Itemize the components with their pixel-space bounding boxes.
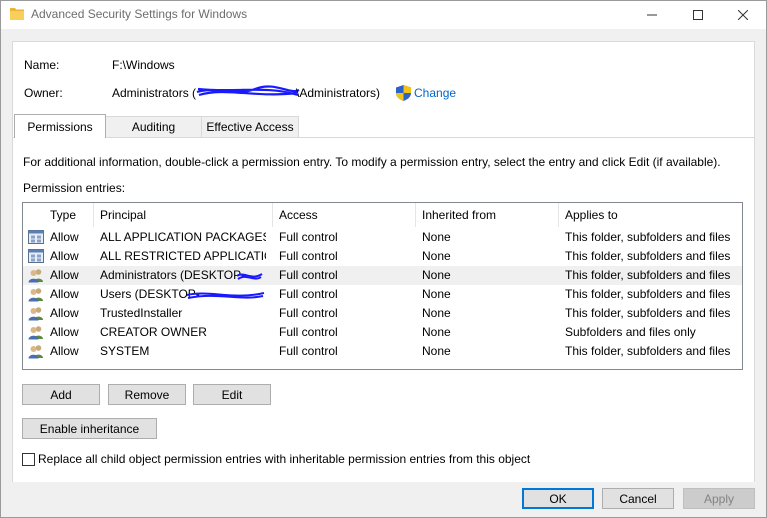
add-button[interactable]: Add xyxy=(22,384,100,405)
app-package-icon xyxy=(28,249,44,264)
cell-type: Allow xyxy=(50,230,79,244)
name-label: Name: xyxy=(24,58,60,72)
replace-child-permissions-checkbox[interactable] xyxy=(22,453,35,466)
window-title: Advanced Security Settings for Windows xyxy=(31,7,248,21)
user-group-icon xyxy=(28,306,44,321)
table-row[interactable]: Allow CREATOR OWNER Full control None Subfol… xyxy=(23,323,742,342)
column-header-inherited-from[interactable]: Inherited from xyxy=(416,203,559,227)
edit-button[interactable]: Edit xyxy=(193,384,271,405)
permission-entries-list[interactable]: Type Principal Access Inherited from App… xyxy=(22,202,743,370)
replace-child-permissions-label: Replace all child object permission entr… xyxy=(38,452,531,466)
redaction-scribble xyxy=(196,85,300,97)
cell-principal: ALL APPLICATION PACKAGES xyxy=(100,230,266,244)
user-group-icon xyxy=(28,325,44,340)
table-row[interactable]: Allow ALL RESTRICTED APPLICATIO... Full co… xyxy=(23,247,742,266)
user-group-icon xyxy=(28,268,44,283)
redaction-scribble xyxy=(186,292,265,299)
cell-access: Full control xyxy=(279,287,338,301)
maximize-button[interactable] xyxy=(675,1,721,29)
permission-entries-label: Permission entries: xyxy=(23,181,126,195)
table-row[interactable]: Allow Users (DESKTOP- Full control None This… xyxy=(23,285,742,304)
cancel-button[interactable]: Cancel xyxy=(602,488,674,509)
redaction-scribble xyxy=(236,273,263,280)
close-button[interactable] xyxy=(720,1,766,29)
title-bar: Advanced Security Settings for Windows xyxy=(1,1,766,29)
name-value: F:\Windows xyxy=(112,58,175,72)
close-icon xyxy=(738,10,748,20)
maximize-icon xyxy=(693,10,703,20)
cell-access: Full control xyxy=(279,230,338,244)
cell-inherited-from: None xyxy=(422,287,451,301)
minimize-button[interactable] xyxy=(629,1,675,29)
list-header: Type Principal Access Inherited from App… xyxy=(23,203,742,227)
table-row[interactable]: Allow TrustedInstaller Full control None Thi… xyxy=(23,304,742,323)
table-row[interactable]: Allow Administrators (DESKTOP- Full contro… xyxy=(23,266,742,285)
cell-access: Full control xyxy=(279,268,338,282)
cell-inherited-from: None xyxy=(422,230,451,244)
owner-prefix: Administrators ( xyxy=(112,86,197,100)
cell-principal: CREATOR OWNER xyxy=(100,325,207,339)
cell-access: Full control xyxy=(279,249,338,263)
cell-access: Full control xyxy=(279,344,338,358)
user-group-icon xyxy=(28,344,44,359)
cell-inherited-from: None xyxy=(422,249,451,263)
cell-inherited-from: None xyxy=(422,344,451,358)
cell-applies-to: This folder, subfolders and files xyxy=(565,249,731,263)
cell-type: Allow xyxy=(50,287,79,301)
cell-applies-to: Subfolders and files only xyxy=(565,325,696,339)
cell-inherited-from: None xyxy=(422,325,451,339)
cell-principal: SYSTEM xyxy=(100,344,150,358)
app-package-icon xyxy=(28,230,44,245)
enable-inheritance-button[interactable]: Enable inheritance xyxy=(22,418,157,439)
user-group-icon xyxy=(28,287,44,302)
column-header-principal[interactable]: Principal xyxy=(94,203,273,227)
cell-applies-to: This folder, subfolders and files xyxy=(565,287,731,301)
cell-applies-to: This folder, subfolders and files xyxy=(565,306,731,320)
owner-label: Owner: xyxy=(24,86,63,100)
cell-type: Allow xyxy=(50,249,79,263)
cell-access: Full control xyxy=(279,306,338,320)
advanced-security-window: Advanced Security Settings for Windows N… xyxy=(0,0,767,518)
tab-auditing[interactable]: Auditing xyxy=(105,116,202,137)
cell-access: Full control xyxy=(279,325,338,339)
cell-principal: TrustedInstaller xyxy=(100,306,183,320)
change-owner-link[interactable]: Change xyxy=(414,86,456,100)
cell-type: Allow xyxy=(50,325,79,339)
cell-principal: ALL RESTRICTED APPLICATIO... xyxy=(100,249,266,263)
remove-button[interactable]: Remove xyxy=(108,384,186,405)
column-header-type[interactable]: Type xyxy=(44,203,94,227)
cell-type: Allow xyxy=(50,268,79,282)
tab-permissions[interactable]: Permissions xyxy=(14,114,106,138)
cell-type: Allow xyxy=(50,306,79,320)
column-header-access[interactable]: Access xyxy=(273,203,416,227)
owner-suffix: \Administrators) xyxy=(296,86,381,100)
minimize-icon xyxy=(647,14,657,16)
cell-type: Allow xyxy=(50,344,79,358)
column-header-applies-to[interactable]: Applies to xyxy=(559,203,742,227)
cell-applies-to: This folder, subfolders and files xyxy=(565,268,731,282)
folder-icon xyxy=(10,8,24,20)
info-text: For additional information, double-click… xyxy=(23,155,721,169)
apply-button[interactable]: Apply xyxy=(683,488,755,509)
uac-shield-icon xyxy=(396,85,411,101)
cell-applies-to: This folder, subfolders and files xyxy=(565,230,731,244)
cell-inherited-from: None xyxy=(422,306,451,320)
table-row[interactable]: Allow ALL APPLICATION PACKAGES Full contro… xyxy=(23,228,742,247)
cell-applies-to: This folder, subfolders and files xyxy=(565,344,731,358)
tab-effective-access[interactable]: Effective Access xyxy=(201,116,299,137)
table-row[interactable]: Allow SYSTEM Full control None This folder, … xyxy=(23,342,742,361)
ok-button[interactable]: OK xyxy=(522,488,594,509)
cell-inherited-from: None xyxy=(422,268,451,282)
